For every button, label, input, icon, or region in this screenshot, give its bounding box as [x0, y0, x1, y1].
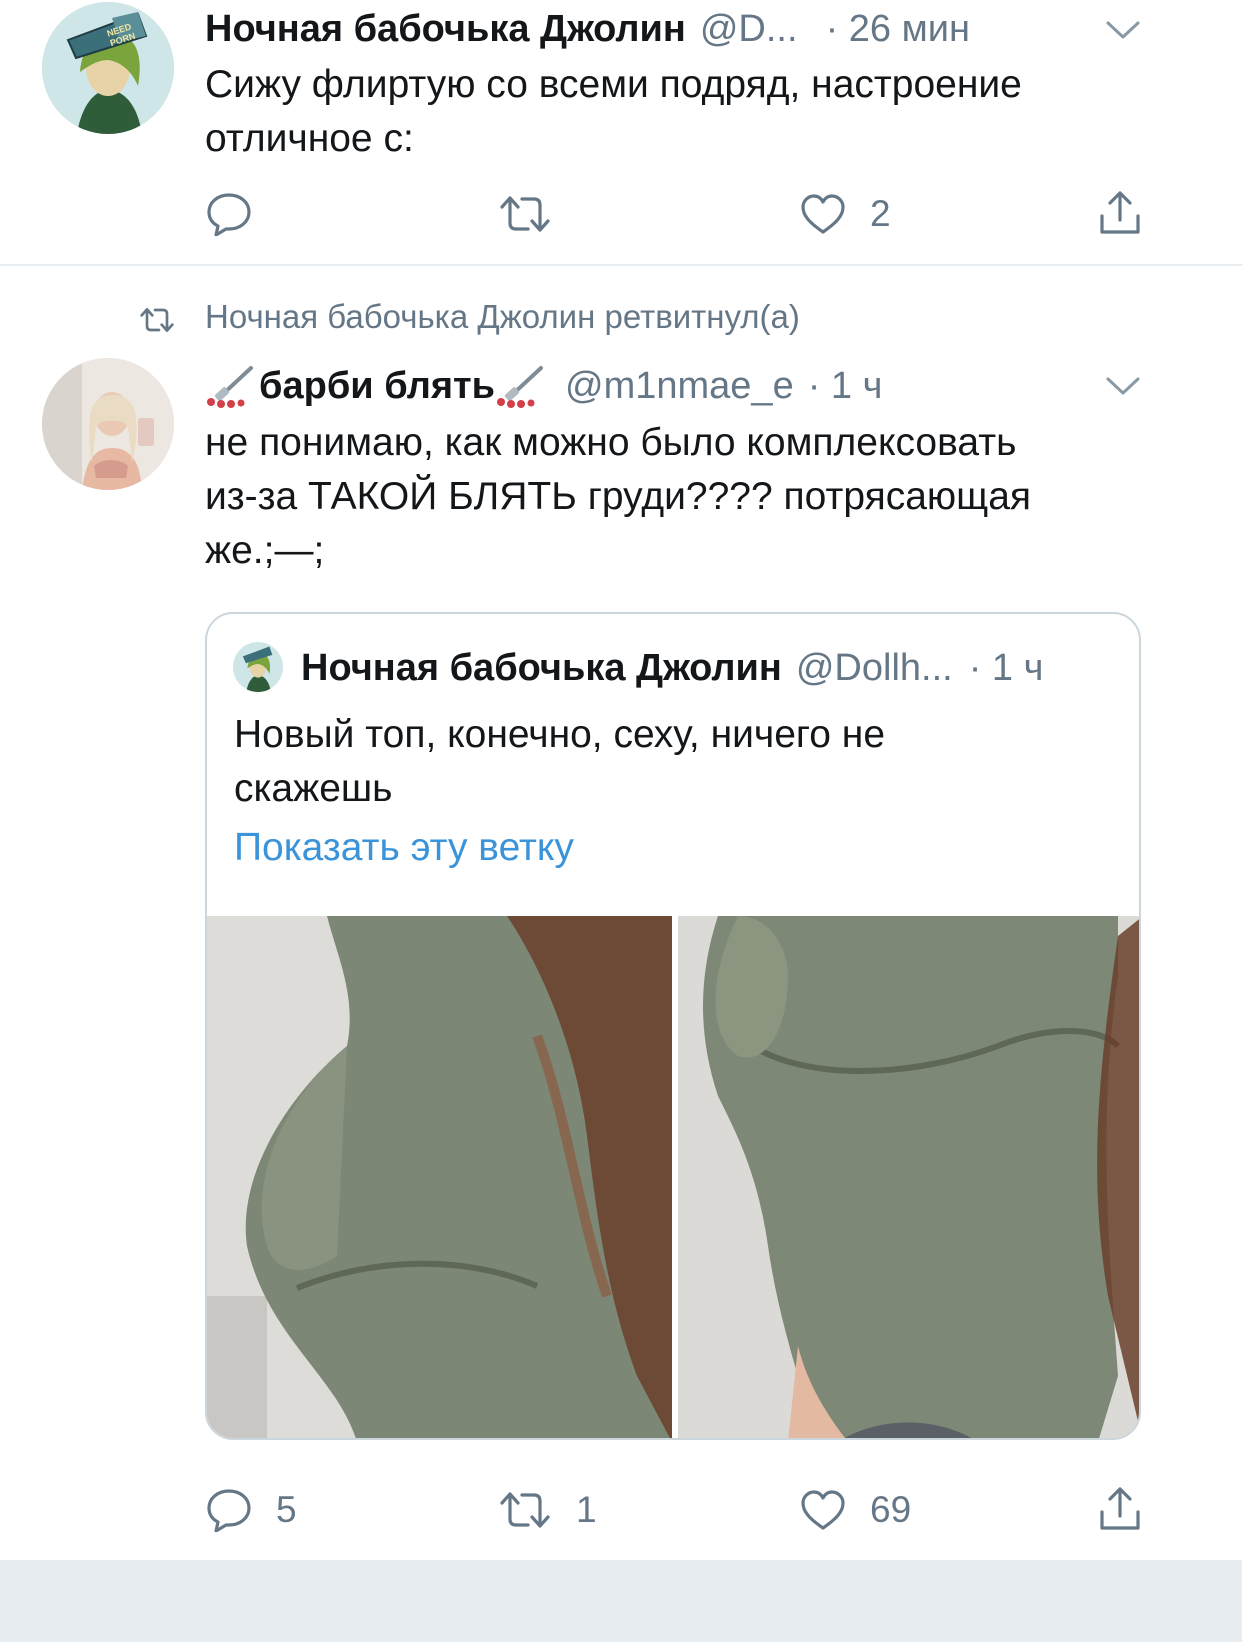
retweet-icon: [500, 196, 550, 232]
quote-author-name: Ночная бабочька Джолин: [301, 646, 782, 689]
quote-text-line: Новый топ, конечно, сеху, ничего не: [234, 713, 886, 756]
like-icon: [801, 194, 845, 234]
quote-time: · 1 ч: [968, 646, 1044, 689]
reply-button[interactable]: 5: [206, 1486, 297, 1534]
reply-count: 5: [276, 1489, 297, 1530]
retweet-button[interactable]: 1: [498, 1488, 597, 1532]
needle-emoji-icon: [497, 366, 544, 408]
tweet-text-line: не понимаю, как можно было комплексовать: [205, 421, 1017, 464]
tweet1-header: Ночная бабочька Джолин @D... · 26 мин: [205, 4, 1185, 54]
tweet-text-line: же.;—;: [205, 529, 325, 572]
retweet-button[interactable]: [498, 192, 576, 236]
quote-author-handle: @Dollh...: [795, 646, 953, 689]
retweet-icon: [500, 1492, 550, 1528]
reply-button[interactable]: [206, 190, 276, 238]
quote-header: Ночная бабочька Джолин @Dollh... · 1 ч: [301, 642, 1131, 694]
quote-text-line: скажешь: [234, 767, 393, 810]
author-handle[interactable]: @m1nmae_e: [565, 365, 794, 408]
tweet2-text: не понимаю, как можно было комплексовать…: [205, 416, 1165, 578]
photo-green-top-front: [678, 916, 1139, 1438]
photo-green-top-side: [207, 916, 672, 1438]
chevron-down-icon[interactable]: [1106, 20, 1140, 40]
quote-photo-2[interactable]: [678, 916, 1139, 1438]
quoted-tweet-card[interactable]: Ночная бабочька Джолин @Dollh... · 1 ч Н…: [205, 612, 1141, 1440]
share-icon[interactable]: [1098, 190, 1142, 236]
show-thread-link[interactable]: Показать эту ветку: [234, 826, 574, 870]
author-handle[interactable]: @D...: [700, 8, 798, 51]
chevron-down-icon[interactable]: [1106, 376, 1140, 396]
avatar-illustration: [42, 2, 174, 134]
avatar-jolyne[interactable]: NEED PORN: [42, 2, 174, 134]
tweet-time[interactable]: · 26 мин: [826, 8, 970, 51]
tweet-divider: [0, 264, 1242, 266]
avatar-photo: [42, 358, 174, 490]
like-count: 69: [870, 1489, 912, 1530]
like-button[interactable]: 2: [800, 190, 891, 238]
reply-icon: [207, 193, 251, 236]
retweet-banner-icon: [140, 308, 174, 332]
retweet-banner[interactable]: Ночная бабочька Джолин ретвитнул(а): [205, 298, 800, 336]
tweet2-header: барби блять @m1nmae_e · 1 ч: [205, 360, 1185, 412]
quote-photo-1[interactable]: [207, 916, 672, 1438]
tweet1-text: Сижу флиртую со всеми подряд, настроение…: [205, 58, 1165, 166]
quote-text: Новый топ, конечно, сеху, ничего не скаж…: [234, 708, 1114, 816]
like-icon: [801, 1490, 845, 1530]
author-name[interactable]: Ночная бабочька Джолин: [205, 8, 686, 51]
quote-avatar: [233, 642, 283, 692]
tweet-text-line: из-за ТАКОЙ БЛЯТЬ груди???? потрясающая: [205, 475, 1032, 518]
share-icon[interactable]: [1098, 1486, 1142, 1532]
like-button[interactable]: 69: [800, 1486, 911, 1534]
timeline-background-gap: [0, 1562, 1242, 1642]
needle-emoji-icon: [207, 366, 253, 408]
tweet-text-line: отличное с:: [205, 117, 414, 160]
tweet-text-line: Сижу флиртую со всеми подряд, настроение: [205, 63, 1022, 106]
avatar-barbie[interactable]: [42, 358, 174, 490]
like-count: 2: [870, 193, 891, 234]
retweet-count: 1: [576, 1489, 597, 1530]
reply-icon: [207, 1489, 251, 1532]
tweet-time[interactable]: · 1 ч: [808, 365, 883, 408]
author-name[interactable]: барби блять: [259, 365, 495, 408]
avatar-illustration: [233, 642, 283, 692]
